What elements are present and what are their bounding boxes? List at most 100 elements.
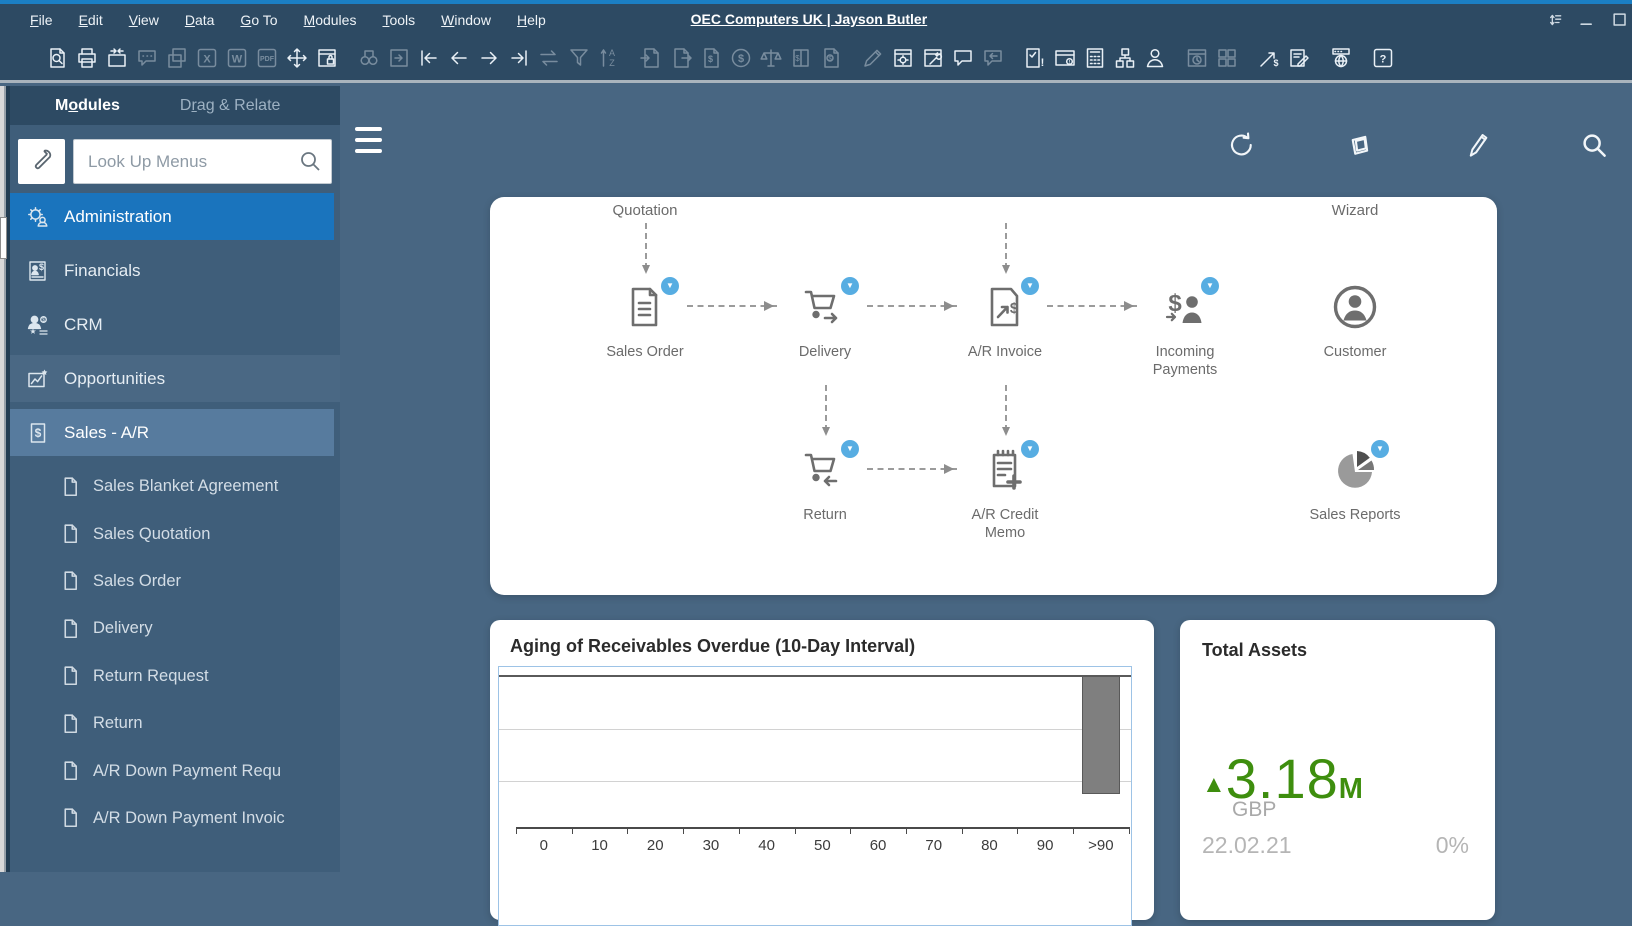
exchange-rates-icon[interactable]: $ xyxy=(1256,46,1281,71)
copy-special-icon xyxy=(164,46,189,71)
axis-tick xyxy=(1129,827,1130,834)
axis-tick-label: 80 xyxy=(981,837,998,854)
dropdown-badge-icon[interactable]: ▼ xyxy=(1371,440,1389,458)
sidebar-subitem-return[interactable]: Return xyxy=(10,700,340,747)
flow-node-return[interactable]: ▼ Return xyxy=(740,446,910,524)
dropdown-badge-icon[interactable]: ▼ xyxy=(841,440,859,458)
menu-view[interactable]: View xyxy=(129,12,159,28)
send-message-icon[interactable] xyxy=(104,46,129,71)
flow-node-quotation-label[interactable]: Quotation xyxy=(612,202,677,219)
dropdown-badge-icon[interactable]: ▼ xyxy=(1021,277,1039,295)
search-icon xyxy=(298,149,322,178)
lookup-menus-input[interactable] xyxy=(73,139,332,184)
return-cart-icon xyxy=(801,481,849,498)
sidebar-subitem-sales-order[interactable]: Sales Order xyxy=(10,558,340,605)
sidebar-subitem-sales-quotation[interactable]: Sales Quotation xyxy=(10,510,340,557)
dropdown-badge-icon[interactable]: ▼ xyxy=(661,277,679,295)
menu-bar: File Edit View Data Go To Modules Tools Window H… xyxy=(0,4,1632,36)
first-record-icon[interactable] xyxy=(416,46,441,71)
document-icon xyxy=(60,760,79,782)
next-record-icon[interactable] xyxy=(476,46,501,71)
remarks-icon[interactable] xyxy=(950,46,975,71)
sidebar-item-label: Opportunities xyxy=(64,369,165,389)
main-content: Quotation Wizard ▼ Sales Order ▼ Deliver… xyxy=(340,86,1632,872)
refresh-icon[interactable] xyxy=(1227,130,1257,160)
flow-node-delivery[interactable]: ▼ Delivery xyxy=(740,283,910,361)
credit-memo-icon xyxy=(981,481,1029,498)
sidebar-subitem-delivery[interactable]: Delivery xyxy=(10,605,340,652)
sidebar-subitem-a-r-down-payment-invoic[interactable]: A/R Down Payment Invoic xyxy=(10,795,340,842)
flow-node-wizard-label[interactable]: Wizard xyxy=(1332,202,1379,219)
print-icon[interactable] xyxy=(74,46,99,71)
svg-text:$: $ xyxy=(707,54,712,64)
approval-status-icon[interactable]: ! xyxy=(1022,46,1047,71)
previous-record-icon[interactable] xyxy=(446,46,471,71)
lock-screen-icon[interactable] xyxy=(314,46,339,71)
delivery-cart-icon xyxy=(801,318,849,335)
chart-gridline xyxy=(499,781,1131,782)
sidebar-subitem-label: Sales Quotation xyxy=(93,525,210,544)
sidebar-subitem-label: Sales Order xyxy=(93,572,181,591)
menu-settings-button[interactable] xyxy=(18,139,65,184)
my-personal-settings-icon[interactable] xyxy=(1142,46,1167,71)
alerts-pane-icon[interactable]: ! xyxy=(1052,46,1077,71)
maximize-icon[interactable] xyxy=(1610,10,1630,30)
axis-tick-label: 60 xyxy=(870,837,887,854)
sidebar-item-opportunities[interactable]: Opportunities xyxy=(10,355,340,402)
sidebar-item-financials[interactable]: $ Financials xyxy=(10,247,334,294)
minimize-icon[interactable] xyxy=(1577,10,1597,30)
dropdown-badge-icon[interactable]: ▼ xyxy=(1201,277,1219,295)
flow-node-a-r-invoice[interactable]: $ ▼ A/R Invoice xyxy=(920,283,1090,361)
menu-edit[interactable]: Edit xyxy=(79,12,103,28)
flow-arrow-down-icon xyxy=(825,385,827,431)
flow-node-customer[interactable]: Customer xyxy=(1270,283,1440,361)
kpi-title: Total Assets xyxy=(1202,640,1307,661)
web-client-icon[interactable] xyxy=(1328,46,1353,71)
sidebar-subitem-return-request[interactable]: Return Request xyxy=(10,653,340,700)
bar-over-90[interactable] xyxy=(1082,676,1120,794)
flow-node-a-r-credit-memo[interactable]: ▼ A/R CreditMemo xyxy=(920,446,1090,542)
sidebar-subitem-sales-blanket-agreement[interactable]: Sales Blanket Agreement xyxy=(10,463,340,510)
menu-file[interactable]: File xyxy=(30,12,53,28)
flow-arrow-right-icon xyxy=(867,468,957,470)
flow-node-incoming-payments[interactable]: $ ▼ IncomingPayments xyxy=(1100,283,1270,379)
hamburger-menu-icon[interactable] xyxy=(355,127,385,155)
ar-invoice-icon: $ xyxy=(981,318,1029,335)
menu-data[interactable]: Data xyxy=(185,12,215,28)
search-icon[interactable] xyxy=(1579,130,1609,160)
dropdown-badge-icon[interactable]: ▼ xyxy=(1021,440,1039,458)
help-icon[interactable]: ? xyxy=(1370,46,1395,71)
menu-help[interactable]: Help xyxy=(517,12,546,28)
edit-document-icon xyxy=(860,46,885,71)
window-cascade-icon[interactable] xyxy=(1344,130,1374,160)
journal-entry-icon[interactable] xyxy=(1286,46,1311,71)
form-settings-icon[interactable] xyxy=(890,46,915,71)
menu-window[interactable]: Window xyxy=(441,12,491,28)
org-chart-icon[interactable] xyxy=(1112,46,1137,71)
menu-go-to[interactable]: Go To xyxy=(240,12,277,28)
edit-pencil-icon[interactable] xyxy=(1462,130,1492,160)
flow-node-sales-reports[interactable]: ▼ Sales Reports xyxy=(1270,446,1440,524)
calculator-icon[interactable] xyxy=(1082,46,1107,71)
last-record-icon[interactable] xyxy=(506,46,531,71)
switch-windows-icon[interactable] xyxy=(1544,10,1564,30)
document-currency-icon: $ xyxy=(728,46,753,71)
dropdown-badge-icon[interactable]: ▼ xyxy=(841,277,859,295)
move-icon[interactable] xyxy=(284,46,309,71)
flow-node-sales-order[interactable]: ▼ Sales Order xyxy=(560,283,730,361)
sidebar-subitem-a-r-down-payment-requ[interactable]: A/R Down Payment Requ xyxy=(10,747,340,794)
customize-form-icon[interactable] xyxy=(920,46,945,71)
chart-zero-line xyxy=(499,675,1131,677)
sidebar-item-label: Financials xyxy=(64,261,141,281)
tab-modules[interactable]: Modules xyxy=(55,97,120,115)
menu-modules[interactable]: Modules xyxy=(304,12,357,28)
menu-tools[interactable]: Tools xyxy=(382,12,415,28)
sidebar-item-sales-a-r[interactable]: $ Sales - A/R xyxy=(10,409,334,456)
tab-drag-and-relate[interactable]: Drag & Relate xyxy=(180,97,281,115)
axis-tick xyxy=(850,827,851,834)
sidebar-tabs: Modules Drag & Relate xyxy=(10,86,340,125)
opportunities-icon xyxy=(26,367,50,391)
sidebar-item-crm[interactable]: $ CRM xyxy=(10,301,334,348)
sidebar-item-administration[interactable]: Administration xyxy=(10,193,334,240)
find-in-document-icon[interactable] xyxy=(44,46,69,71)
